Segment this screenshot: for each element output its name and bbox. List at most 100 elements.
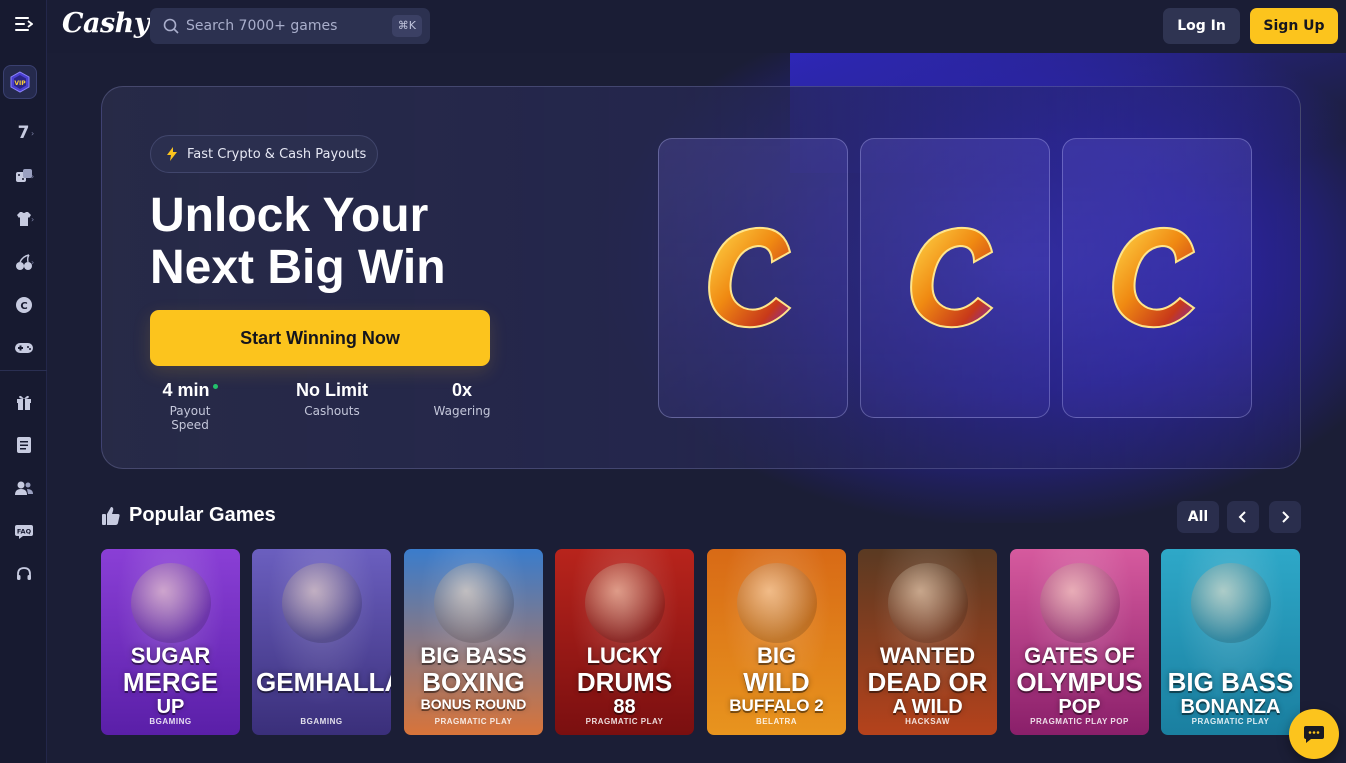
vip-button[interactable]: VIP bbox=[3, 65, 37, 99]
carousel-next-button[interactable] bbox=[1269, 501, 1301, 533]
sidebar-item-affiliates[interactable] bbox=[0, 471, 47, 505]
game-title-line3: BUFFALO 2 bbox=[729, 696, 824, 715]
game-character-art bbox=[434, 563, 514, 643]
game-title-line3: 88 bbox=[613, 696, 636, 718]
slot-reel: C bbox=[658, 138, 848, 418]
lightning-icon bbox=[167, 147, 177, 161]
vip-icon: VIP bbox=[10, 71, 30, 93]
stat-cashouts: No Limit Cashouts bbox=[292, 380, 372, 418]
game-title-line3: A WILD bbox=[892, 696, 963, 718]
game-title-line1: LUCKY bbox=[586, 643, 663, 668]
dice-icon bbox=[15, 169, 32, 182]
game-title-line1: SUGAR bbox=[130, 643, 211, 668]
menu-toggle-button[interactable] bbox=[0, 9, 47, 43]
game-title-line1: WANTED bbox=[879, 643, 976, 668]
game-title-line2: DEAD OR bbox=[867, 667, 988, 697]
game-title-line3: POP bbox=[1058, 696, 1101, 718]
reel-symbol: C bbox=[753, 287, 754, 289]
svg-text:FAQ: FAQ bbox=[16, 528, 31, 536]
game-title-line3: BONANZA bbox=[1180, 696, 1281, 718]
game-card[interactable]: BIG WILD BUFFALO 2 BELATRA bbox=[707, 549, 846, 735]
game-card[interactable]: GATES OF OLYMPUS POP PRAGMATIC PLAY POP bbox=[1010, 549, 1149, 735]
game-card[interactable]: GEMHALLA BGAMING bbox=[252, 549, 391, 735]
chevron-right-icon bbox=[1282, 511, 1290, 523]
login-button[interactable]: Log In bbox=[1163, 8, 1240, 44]
sidebar-item-live-casino[interactable]: › bbox=[0, 159, 47, 193]
game-provider: BGAMING bbox=[149, 717, 192, 726]
search-input[interactable] bbox=[186, 8, 386, 44]
carousel-prev-button[interactable] bbox=[1227, 501, 1259, 533]
game-title-line2: DRUMS bbox=[576, 667, 673, 697]
headset-icon bbox=[16, 567, 31, 580]
reel-symbol: C bbox=[955, 287, 956, 289]
slot-seven-icon: 7 bbox=[17, 123, 30, 143]
popular-games-title: Popular Games bbox=[129, 504, 276, 526]
jersey-icon bbox=[16, 212, 31, 226]
sidebar-item-promotions[interactable] bbox=[0, 385, 47, 419]
online-dot-icon bbox=[212, 384, 218, 389]
cashy-c-symbol-icon: C bbox=[910, 226, 994, 329]
game-title-line1: BIG bbox=[756, 643, 797, 668]
game-title-line2: MERGE bbox=[122, 667, 219, 697]
stat-value: 4 min bbox=[150, 380, 230, 401]
sidebar-divider bbox=[0, 370, 47, 371]
game-title-line2: GEMHALLA bbox=[256, 667, 391, 697]
hero-title-line1: Unlock Your bbox=[150, 189, 429, 242]
stat-value: No Limit bbox=[296, 380, 368, 400]
slot-reel: C bbox=[860, 138, 1050, 418]
gamepad-icon bbox=[14, 343, 33, 353]
game-character-art bbox=[888, 563, 968, 643]
chevron-right-icon: › bbox=[31, 214, 35, 224]
cashy-c-symbol-icon: C bbox=[708, 226, 792, 329]
game-title-line1: GATES OF bbox=[1024, 643, 1135, 668]
view-all-button[interactable]: All bbox=[1177, 501, 1219, 533]
stat-value-text: 4 min bbox=[162, 380, 210, 400]
game-character-art bbox=[585, 563, 665, 643]
game-title-line2: BIG BASS bbox=[1167, 667, 1294, 697]
sidebar-item-sports[interactable]: › bbox=[0, 202, 47, 236]
sidebar-item-casino-games[interactable]: › bbox=[0, 245, 47, 279]
game-title-line2: OLYMPUS bbox=[1016, 667, 1143, 697]
cashy-logo[interactable]: Cashy bbox=[62, 8, 150, 39]
thumbs-up-icon bbox=[102, 507, 120, 525]
game-card[interactable]: BIG BASS BOXING BONUS ROUND PRAGMATIC PLAY bbox=[404, 549, 543, 735]
sidebar: VIP 7 › › › › C FAQ bbox=[0, 0, 47, 763]
users-icon bbox=[14, 481, 33, 495]
game-card[interactable]: LUCKY DRUMS 88 PRAGMATIC PLAY bbox=[555, 549, 694, 735]
game-card[interactable]: WANTED DEAD OR A WILD HACKSAW bbox=[858, 549, 997, 735]
sidebar-item-blog[interactable] bbox=[0, 428, 47, 462]
game-title-line2: WILD bbox=[743, 667, 810, 697]
game-card[interactable]: BIG BASS BONANZA PRAGMATIC PLAY bbox=[1161, 549, 1300, 735]
payout-badge: Fast Crypto & Cash Payouts bbox=[150, 135, 378, 173]
faq-icon: FAQ bbox=[14, 525, 33, 539]
game-provider: PRAGMATIC PLAY POP bbox=[1030, 717, 1129, 726]
reel-symbol: C bbox=[1157, 287, 1158, 289]
game-character-art bbox=[1040, 563, 1120, 643]
stat-label: Cashouts bbox=[304, 404, 360, 418]
hero-title: Unlock Your Next Big Win bbox=[150, 190, 570, 294]
game-provider: HACKSAW bbox=[905, 717, 950, 726]
game-provider: BELATRA bbox=[755, 717, 798, 726]
search-icon bbox=[163, 18, 179, 34]
game-title-line3: BONUS ROUND bbox=[420, 696, 527, 712]
hero-title-line2: Next Big Win bbox=[150, 241, 446, 294]
slot-reel: C bbox=[1062, 138, 1252, 418]
sidebar-item-games[interactable] bbox=[0, 331, 47, 365]
game-card[interactable]: SUGAR MERGE UP BGAMING bbox=[101, 549, 240, 735]
chevron-right-icon: › bbox=[31, 257, 35, 267]
sidebar-item-support[interactable] bbox=[0, 557, 47, 591]
svg-text:C: C bbox=[20, 301, 27, 312]
stat-value: 0x bbox=[451, 380, 473, 400]
chevron-left-icon bbox=[1238, 511, 1246, 523]
cashy-c-symbol-icon: C bbox=[1112, 226, 1196, 329]
sidebar-item-cashy-originals[interactable]: C bbox=[0, 288, 47, 322]
sidebar-item-faq[interactable]: FAQ bbox=[0, 514, 47, 548]
stat-wagering: 0x Wagering bbox=[422, 380, 502, 418]
signup-button[interactable]: Sign Up bbox=[1250, 8, 1338, 44]
game-character-art bbox=[737, 563, 817, 643]
search-bar[interactable]: ⌘K bbox=[150, 8, 430, 44]
sidebar-item-slots[interactable]: 7 › bbox=[0, 116, 47, 150]
game-character-art bbox=[282, 563, 362, 643]
live-chat-button[interactable] bbox=[1289, 709, 1339, 759]
start-winning-button[interactable]: Start Winning Now bbox=[150, 310, 490, 366]
